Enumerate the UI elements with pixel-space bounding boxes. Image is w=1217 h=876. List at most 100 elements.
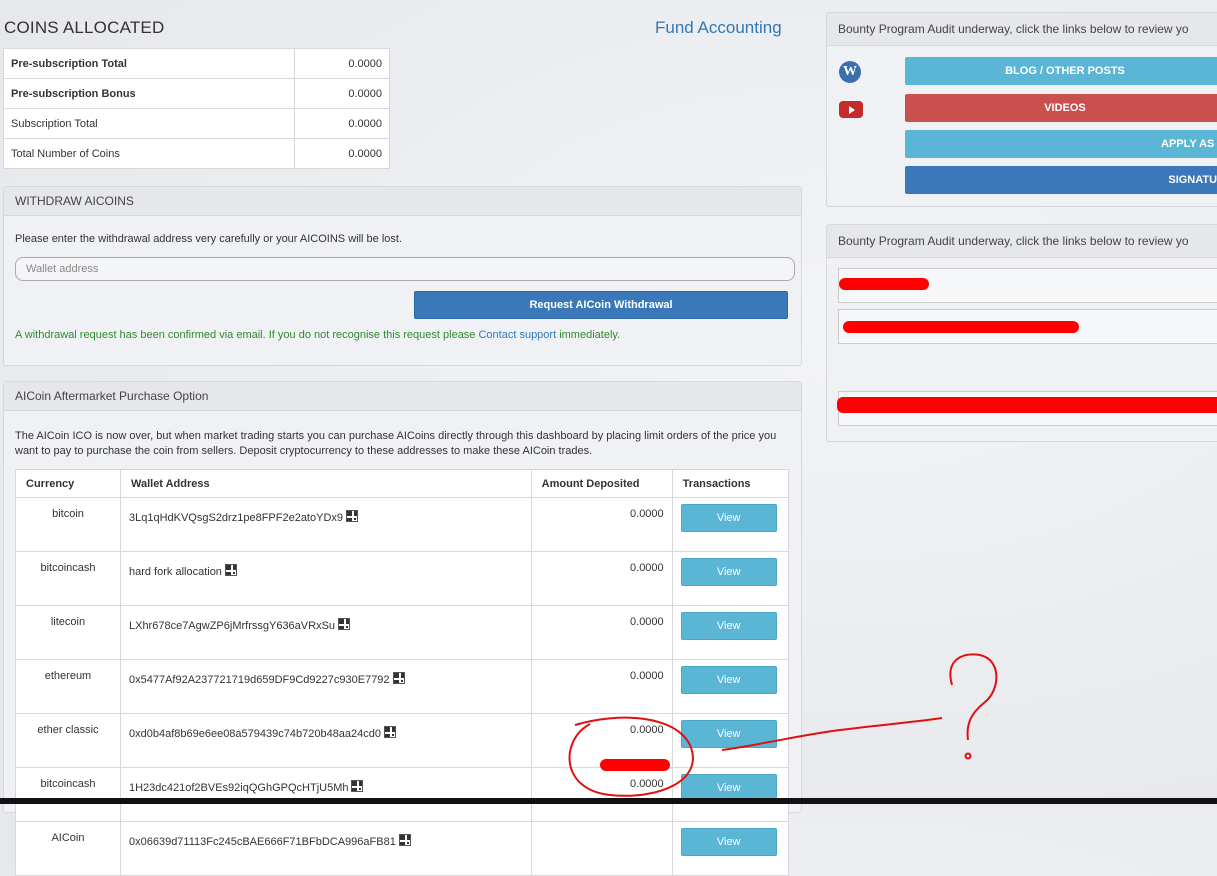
withdraw-hint: Please enter the withdrawal address very…	[15, 233, 402, 245]
blog-posts-button[interactable]: BLOG / OTHER POSTS	[905, 57, 1217, 85]
currency-cell: litecoin	[15, 605, 121, 660]
deposit-table: Currency Wallet Address Amount Deposited…	[15, 469, 790, 876]
bounty-links-panel: Bounty Program Audit underway, click the…	[826, 12, 1217, 207]
deposit-table-header: Currency Wallet Address Amount Deposited…	[15, 469, 790, 498]
amount-deposited-cell	[530, 821, 673, 876]
qr-code-icon[interactable]	[351, 780, 364, 792]
withdrawal-confirm-message: A withdrawal request has been confirmed …	[15, 329, 620, 341]
aftermarket-description: The AICoin ICO is now over, but when mar…	[15, 430, 777, 457]
bounty-header-2: Bounty Program Audit underway, click the…	[827, 225, 1217, 258]
amount-deposited-cell: 0.0000	[530, 551, 673, 606]
allocation-value: 0.0000	[294, 48, 390, 79]
view-transactions-button[interactable]: View	[680, 666, 777, 694]
wallet-address-cell: 0x5477Af92A237721719d659DF9Cd9227c930E77…	[119, 659, 532, 714]
wallet-address-cell: 0xd0b4af8b69e6ee08a579439c74b720b48aa24c…	[119, 713, 532, 768]
annotation-question-dot	[964, 752, 972, 760]
qr-code-icon[interactable]	[392, 672, 405, 684]
qr-code-icon[interactable]	[398, 834, 411, 846]
currency-cell: bitcoin	[15, 497, 121, 552]
currency-cell: ethereum	[15, 659, 121, 714]
view-transactions-button[interactable]: View	[680, 504, 777, 532]
view-transactions-button[interactable]: View	[680, 828, 777, 856]
amount-deposited-cell: 0.0000	[530, 605, 673, 660]
allocation-table: Pre-subscription Total 0.0000 Pre-subscrip…	[3, 48, 390, 169]
table-row: AICoin 0x06639d71113Fc245cBAE666F71BFbDCA…	[15, 821, 790, 876]
view-transactions-button[interactable]: View	[680, 720, 777, 748]
table-row: litecoin LXhr678ce7AgwZP6jMrfrssgY636aVRx…	[15, 605, 790, 660]
confirm-text-prefix: A withdrawal request has been confirmed …	[15, 329, 479, 341]
bottom-bar	[0, 798, 1217, 804]
transactions-cell: View	[671, 713, 790, 768]
table-row: bitcoincash 1H23dc421of2BVEs92iqQGhGPQcHT…	[15, 767, 790, 822]
wallet-address-text: 0x5477Af92A237721719d659DF9Cd9227c930E77…	[128, 674, 390, 686]
wallet-address-text: 3Lq1qHdKVQsgS2drz1pe8FPF2e2atoYDx9	[128, 512, 344, 524]
apply-button[interactable]: APPLY AS A	[905, 130, 1217, 158]
view-transactions-button[interactable]: View	[680, 612, 777, 640]
wallet-address-text: 0xd0b4af8b69e6ee08a579439c74b720b48aa24c…	[128, 728, 382, 740]
currency-cell: AICoin	[15, 821, 121, 876]
withdraw-panel: WITHDRAW AICOINS Please enter the withdr…	[3, 186, 802, 366]
allocation-label: Subscription Total	[3, 108, 295, 139]
amount-deposited-cell: 0.0000	[530, 767, 673, 822]
youtube-icon	[839, 101, 863, 118]
coins-allocated-title: COINS ALLOCATED	[4, 18, 165, 37]
wallet-address-cell: 3Lq1qHdKVQsgS2drz1pe8FPF2e2atoYDx9	[119, 497, 532, 552]
wallet-address-text: LXhr678ce7AgwZP6jMrfrssgY636aVRxSu	[128, 620, 336, 632]
qr-code-icon[interactable]	[338, 618, 351, 630]
fund-accounting-link[interactable]: Fund Accounting	[655, 18, 782, 38]
bounty-header-1: Bounty Program Audit underway, click the…	[827, 13, 1217, 46]
confirm-text-suffix: immediately.	[556, 329, 621, 341]
wallet-address-cell: 0x06639d71113Fc245cBAE666F71BFbDCA996aFB…	[119, 821, 532, 876]
wallet-address-text: 1H23dc421of2BVEs92iqQGhGPQcHTjU5Mh	[128, 782, 349, 794]
redaction-mark-amount	[600, 759, 670, 771]
allocation-row: Subscription Total 0.0000	[3, 108, 390, 139]
wallet-address-cell: hard fork allocation	[119, 551, 532, 606]
table-row: bitcoincash hard fork allocation 0.0000 Vie…	[15, 551, 790, 606]
amount-deposited-cell: 0.0000	[530, 659, 673, 714]
redaction-mark-2	[843, 321, 1079, 333]
transactions-cell: View	[671, 551, 790, 606]
wallet-address-text: hard fork allocation	[128, 566, 222, 578]
column-amount-deposited: Amount Deposited	[530, 469, 673, 498]
qr-code-icon[interactable]	[384, 726, 397, 738]
withdraw-title: WITHDRAW AICOINS	[4, 187, 801, 216]
allocation-row: Pre-subscription Total 0.0000	[3, 48, 390, 79]
column-currency: Currency	[15, 469, 121, 498]
table-row: ether classic 0xd0b4af8b69e6ee08a579439c7…	[15, 713, 790, 768]
redaction-mark-1	[839, 278, 929, 290]
transactions-cell: View	[671, 767, 790, 822]
contact-support-link[interactable]: Contact support	[478, 329, 556, 341]
allocation-value: 0.0000	[294, 138, 390, 169]
transactions-cell: View	[671, 821, 790, 876]
redaction-mark-3	[837, 397, 1217, 413]
allocation-row: Total Number of Coins 0.0000	[3, 138, 390, 169]
table-row: ethereum 0x5477Af92A237721719d659DF9Cd922…	[15, 659, 790, 714]
currency-cell: bitcoincash	[15, 551, 121, 606]
allocation-label: Pre-subscription Total	[3, 48, 295, 79]
amount-deposited-cell: 0.0000	[530, 497, 673, 552]
allocation-value: 0.0000	[294, 78, 390, 109]
annotation-question-mark	[949, 653, 998, 741]
videos-button[interactable]: VIDEOS	[905, 94, 1217, 122]
aftermarket-panel: AICoin Aftermarket Purchase Option The A…	[3, 381, 802, 876]
wallet-address-cell: 1H23dc421of2BVEs92iqQGhGPQcHTjU5Mh	[119, 767, 532, 822]
currency-cell: ether classic	[15, 713, 121, 768]
allocation-value: 0.0000	[294, 108, 390, 139]
bounty-status-panel: Bounty Program Audit underway, click the…	[826, 224, 1217, 442]
wallet-address-input[interactable]	[15, 257, 795, 281]
table-row: bitcoin 3Lq1qHdKVQsgS2drz1pe8FPF2e2atoYDx…	[15, 497, 790, 552]
aftermarket-title: AICoin Aftermarket Purchase Option	[4, 382, 801, 411]
allocation-row: Pre-subscription Bonus 0.0000	[3, 78, 390, 109]
column-wallet-address: Wallet Address	[119, 469, 532, 498]
transactions-cell: View	[671, 605, 790, 660]
signature-button[interactable]: SIGNATUR	[905, 166, 1217, 194]
currency-cell: bitcoincash	[15, 767, 121, 822]
qr-code-icon[interactable]	[346, 510, 359, 522]
wordpress-icon: W	[839, 61, 861, 83]
transactions-cell: View	[671, 497, 790, 552]
view-transactions-button[interactable]: View	[680, 558, 777, 586]
qr-code-icon[interactable]	[224, 564, 237, 576]
allocation-label: Total Number of Coins	[3, 138, 295, 169]
column-transactions: Transactions	[671, 469, 790, 498]
request-withdrawal-button[interactable]: Request AICoin Withdrawal	[414, 291, 788, 319]
